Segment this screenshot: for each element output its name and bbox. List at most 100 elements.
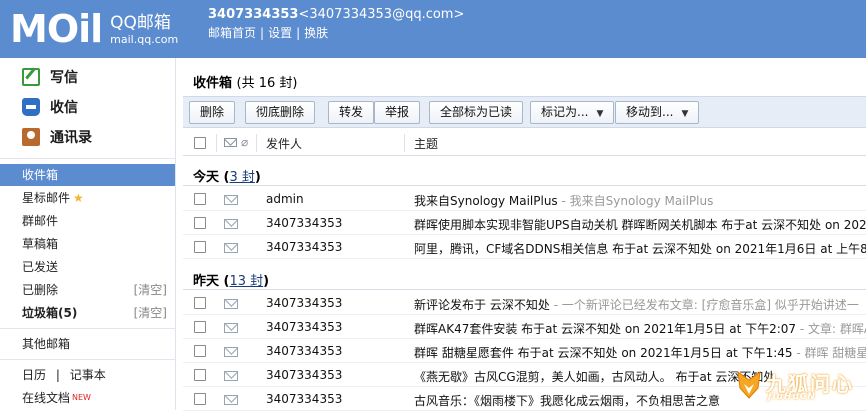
row-checkbox[interactable]	[194, 345, 206, 357]
link-skin[interactable]: 换肤	[304, 26, 328, 40]
compose-label: 写信	[50, 70, 78, 86]
envelope-icon	[224, 323, 238, 333]
mail-subject: 新评论发布于 云深不知处 - 一个新评论已经发布文章: [疗愈音乐盒] 似乎开始…	[414, 296, 866, 313]
mail-row[interactable]: 3407334353 阿里，腾讯，CF域名DDNS相关信息 布于at 云深不知处…	[183, 235, 866, 259]
receive-button[interactable]: 收信	[22, 95, 78, 119]
row-checkbox[interactable]	[194, 297, 206, 309]
sidebar-item-deleted[interactable]: 已删除 [清空]	[0, 279, 175, 301]
report-button[interactable]: 举报	[374, 101, 421, 124]
receive-label: 收信	[50, 100, 78, 116]
inbox-title: 收件箱	[193, 76, 233, 91]
mail-sender: 3407334353	[266, 344, 343, 358]
sidebar-item-inbox[interactable]: 收件箱	[0, 164, 175, 186]
inbox-count: (共 16 封)	[236, 76, 298, 91]
sidebar-item-online-docs[interactable]: 在线文档 NEW	[0, 387, 175, 409]
folder-label: 草稿箱	[22, 237, 59, 251]
compose-icon	[22, 68, 40, 86]
mail-subject: 群晖使用脚本实现非智能UPS自动关机 群晖断网关机脚本 布于at 云深不知处 o…	[414, 216, 866, 233]
sidebar-item-sent[interactable]: 已发送	[0, 256, 175, 278]
site-watermark: 九狐问心 JiuHuCN	[736, 368, 862, 406]
folder-label: 收件箱	[22, 168, 59, 182]
mail-preview: - 群晖 甜糖星愿	[796, 346, 866, 360]
contacts-label: 通讯录	[50, 130, 92, 146]
mail-row[interactable]: 3407334353 新评论发布于 云深不知处 - 一个新评论已经发布文章: […	[183, 291, 866, 315]
clear-deleted-link[interactable]: [清空]	[134, 279, 167, 301]
subject-text: 阿里，腾讯，CF域名DDNS相关信息 布于at 云深不知处 on 2021年1月…	[414, 242, 866, 256]
group-header-today: 今天 (3 封)	[183, 158, 866, 186]
column-divider	[216, 134, 217, 152]
receive-icon	[22, 98, 40, 116]
sidebar-divider	[0, 359, 175, 360]
mark-all-read-button[interactable]: 全部标为已读	[429, 101, 524, 124]
contacts-button[interactable]: 通讯录	[22, 125, 92, 149]
chevron-down-icon: ▼	[596, 109, 604, 119]
logo-brand: QQ邮箱	[110, 12, 171, 33]
group-title: 今天 (3 封)	[193, 170, 261, 185]
row-checkbox[interactable]	[194, 241, 206, 253]
watermark-subtext: JiuHuCN	[768, 392, 816, 402]
sender-column-header[interactable]: 发件人	[266, 135, 302, 152]
header-links: 邮箱首页 | 设置 | 换肤	[208, 24, 464, 42]
mail-list-panel: 收件箱 (共 16 封) 删除 彻底删除 转发 举报 全部标为已读 标记为...…	[177, 58, 866, 411]
sidebar-item-other-mailboxes[interactable]: 其他邮箱	[0, 333, 175, 355]
envelope-icon	[224, 347, 238, 357]
move-to-dropdown[interactable]: 移动到... ▼	[615, 101, 700, 124]
group-title: 昨天 (13 封)	[193, 274, 270, 289]
envelope-icon	[224, 371, 238, 381]
mail-sender: admin	[266, 192, 304, 206]
read-status-column-icon	[224, 138, 237, 147]
envelope-icon	[224, 395, 238, 405]
select-all-checkbox[interactable]	[194, 137, 206, 149]
account-email: <3407334353@qq.com>	[298, 7, 465, 22]
row-checkbox[interactable]	[194, 217, 206, 229]
sidebar-item-spam[interactable]: 垃圾箱(5) [清空]	[0, 302, 175, 324]
permanent-delete-button[interactable]: 彻底删除	[245, 101, 316, 124]
calendar-link[interactable]: 日历	[22, 368, 46, 382]
folder-label: 在线文档	[22, 391, 71, 405]
mail-sender: 3407334353	[266, 368, 343, 382]
link-mail-home[interactable]: 邮箱首页	[208, 26, 256, 40]
row-checkbox[interactable]	[194, 393, 206, 405]
group-name: 今天	[193, 170, 220, 185]
mark-as-dropdown[interactable]: 标记为... ▼	[530, 101, 615, 124]
mail-sender: 3407334353	[266, 240, 343, 254]
sidebar-item-starred[interactable]: 星标邮件 ★	[0, 187, 175, 209]
qq-mail-logo[interactable]: MOil QQ邮箱 mail.qq.com	[10, 6, 178, 52]
apps-separator: |	[55, 368, 60, 382]
sidebar-item-drafts[interactable]: 草稿箱	[0, 233, 175, 255]
folder-label: 垃圾箱(5)	[22, 306, 78, 320]
mail-toolbar: 删除 彻底删除 转发 举报 全部标为已读 标记为... ▼ 移动到... ▼	[183, 96, 866, 128]
column-header: ⌀ 发件人 主题	[183, 130, 866, 156]
group-count-link[interactable]: 13 封	[229, 274, 263, 289]
group-count-link[interactable]: 3 封	[229, 170, 254, 185]
sidebar-item-group-mail[interactable]: 群邮件	[0, 210, 175, 232]
row-checkbox[interactable]	[194, 369, 206, 381]
folder-label: 已发送	[22, 260, 59, 274]
mail-subject: 阿里，腾讯，CF域名DDNS相关信息 布于at 云深不知处 on 2021年1月…	[414, 240, 866, 257]
link-settings[interactable]: 设置	[268, 26, 292, 40]
forward-button[interactable]: 转发	[328, 101, 375, 124]
envelope-icon	[224, 243, 238, 253]
mail-row[interactable]: 3407334353 群晖使用脚本实现非智能UPS自动关机 群晖断网关机脚本 布…	[183, 211, 866, 235]
delete-button[interactable]: 删除	[189, 101, 236, 124]
notes-link[interactable]: 记事本	[70, 368, 106, 382]
mark-as-label: 标记为...	[541, 105, 589, 119]
subject-text: 群晖使用脚本实现非智能UPS自动关机 群晖断网关机脚本 布于at 云深不知处 o…	[414, 218, 866, 232]
row-checkbox[interactable]	[194, 321, 206, 333]
mail-sender: 3407334353	[266, 320, 343, 334]
mail-row[interactable]: admin 我来自Synology MailPlus - 我来自Synology…	[183, 187, 866, 211]
chevron-down-icon: ▼	[681, 109, 689, 119]
sidebar-divider	[0, 158, 175, 159]
folder-label: 群邮件	[22, 214, 59, 228]
row-checkbox[interactable]	[194, 193, 206, 205]
column-divider	[404, 134, 405, 152]
contacts-icon	[22, 128, 40, 146]
move-to-label: 移动到...	[626, 105, 674, 119]
clear-spam-link[interactable]: [清空]	[134, 302, 167, 324]
mail-row[interactable]: 3407334353 群晖 甜糖星愿套件 布于at 云深不知处 on 2021年…	[183, 339, 866, 363]
new-badge: NEW	[72, 393, 91, 402]
compose-button[interactable]: 写信	[22, 65, 78, 89]
mail-row[interactable]: 3407334353 群晖AK47套件安装 布于at 云深不知处 on 2021…	[183, 315, 866, 339]
logo-brand-block: QQ邮箱 mail.qq.com	[110, 13, 178, 46]
subject-column-header[interactable]: 主题	[414, 135, 438, 152]
